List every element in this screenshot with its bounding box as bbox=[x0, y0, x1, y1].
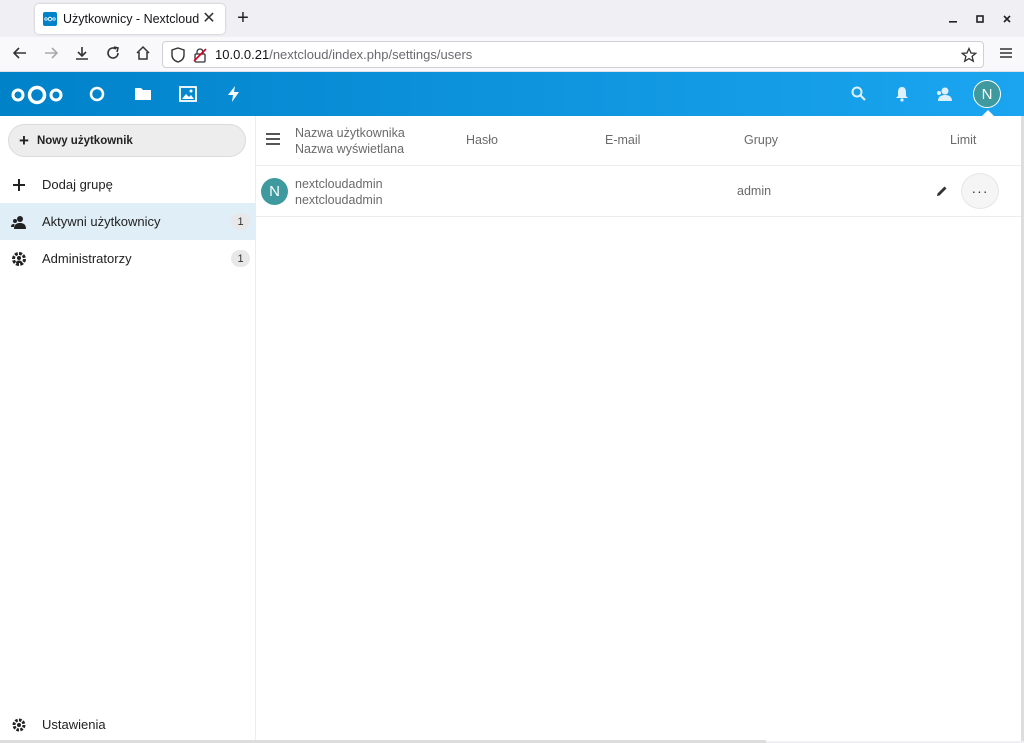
user-list: Nazwa użytkownika Nazwa wyświetlana Hasł… bbox=[256, 116, 1022, 741]
sidebar-item-active-users[interactable]: Aktywni użytkownicy 1 bbox=[0, 203, 256, 240]
url-bar[interactable]: 10.0.0.21/nextcloud/index.php/settings/u… bbox=[162, 41, 984, 68]
photos-icon[interactable] bbox=[178, 84, 198, 104]
admin-icon bbox=[11, 251, 27, 267]
password-header: Hasło bbox=[466, 133, 498, 147]
browser-navbar: 10.0.0.21/nextcloud/index.php/settings/u… bbox=[0, 37, 1024, 72]
url-path: /nextcloud/index.php/settings/users bbox=[269, 47, 473, 62]
settings-label: Ustawienia bbox=[42, 717, 106, 732]
displayname-header: Nazwa wyświetlana bbox=[295, 142, 405, 156]
nextcloud-header: N bbox=[0, 72, 1024, 116]
user-names: nextcloudadmin nextcloudadmin bbox=[295, 176, 383, 208]
search-icon[interactable] bbox=[849, 84, 869, 104]
sidebar-item-add-group[interactable]: Dodaj grupę bbox=[0, 166, 256, 203]
contacts-icon[interactable] bbox=[934, 84, 954, 104]
shield-icon[interactable] bbox=[171, 47, 185, 66]
url-host: 10.0.0.21 bbox=[215, 47, 270, 62]
column-settings-icon[interactable] bbox=[266, 133, 280, 145]
count-badge: 1 bbox=[231, 213, 250, 230]
new-user-label: Nowy użytkownik bbox=[36, 134, 133, 147]
sidebar-item-label: Administratorzy bbox=[42, 251, 132, 266]
activity-icon[interactable] bbox=[224, 84, 244, 104]
maximize-icon[interactable] bbox=[971, 10, 989, 28]
quota-header: Limit bbox=[950, 133, 977, 147]
users-icon bbox=[11, 214, 27, 230]
new-tab-button[interactable]: + bbox=[233, 8, 253, 28]
plus-icon: + bbox=[19, 131, 29, 150]
back-icon[interactable] bbox=[10, 45, 30, 65]
plus-icon bbox=[11, 177, 27, 193]
minimize-icon[interactable] bbox=[944, 10, 962, 28]
sidebar-item-label: Dodaj grupę bbox=[42, 177, 113, 192]
username-header: Nazwa użytkownika bbox=[295, 126, 405, 140]
pencil-edit-icon[interactable] bbox=[935, 184, 949, 198]
close-window-icon[interactable] bbox=[998, 10, 1016, 28]
nextcloud-favicon-icon bbox=[43, 12, 57, 26]
user-list-header: Nazwa użytkownika Nazwa wyświetlana Hasł… bbox=[256, 116, 1022, 166]
notifications-bell-icon[interactable] bbox=[892, 84, 912, 104]
displayname: nextcloudadmin bbox=[295, 193, 383, 207]
browser-tab-strip: Użytkownicy - Nextcloud ✕ + bbox=[0, 0, 1024, 37]
app-navigation: + Nowy użytkownik Dodaj grupę Aktywni uż… bbox=[0, 116, 256, 743]
sidebar-item-label: Aktywni użytkownicy bbox=[42, 214, 161, 229]
username-column-header: Nazwa użytkownika Nazwa wyświetlana bbox=[295, 125, 405, 157]
user-groups: admin bbox=[737, 184, 772, 198]
home-icon[interactable] bbox=[133, 45, 153, 65]
username: nextcloudadmin bbox=[295, 177, 383, 191]
nextcloud-logo-icon[interactable] bbox=[10, 84, 64, 106]
email-header: E-mail bbox=[605, 133, 641, 147]
reload-icon[interactable] bbox=[103, 45, 123, 65]
forward-icon[interactable] bbox=[41, 45, 61, 65]
tab-close-icon[interactable]: ✕ bbox=[201, 11, 217, 27]
count-badge: 1 bbox=[231, 250, 250, 267]
bookmark-star-icon[interactable] bbox=[960, 46, 978, 66]
url-text[interactable]: 10.0.0.21/nextcloud/index.php/settings/u… bbox=[215, 47, 472, 62]
insecure-lock-icon[interactable] bbox=[193, 47, 207, 66]
avatar[interactable]: N bbox=[261, 178, 288, 205]
table-row[interactable]: N nextcloudadmin nextcloudadmin admin ··… bbox=[256, 166, 1022, 217]
settings-button[interactable]: Ustawienia bbox=[0, 706, 256, 743]
groups-header: Grupy bbox=[744, 133, 779, 147]
dashboard-icon[interactable] bbox=[87, 84, 107, 104]
gear-icon bbox=[11, 717, 27, 733]
browser-tab[interactable]: Użytkownicy - Nextcloud ✕ bbox=[35, 4, 225, 34]
sidebar-item-admins[interactable]: Administratorzy 1 bbox=[0, 240, 256, 277]
browser-menu-icon[interactable] bbox=[996, 45, 1016, 65]
user-avatar[interactable]: N bbox=[973, 80, 1001, 108]
new-user-button[interactable]: + Nowy użytkownik bbox=[8, 124, 246, 157]
more-actions-button[interactable]: ··· bbox=[961, 173, 999, 209]
download-icon[interactable] bbox=[72, 45, 92, 65]
tab-title: Użytkownicy - Nextcloud bbox=[63, 12, 200, 26]
files-icon[interactable] bbox=[133, 84, 153, 104]
